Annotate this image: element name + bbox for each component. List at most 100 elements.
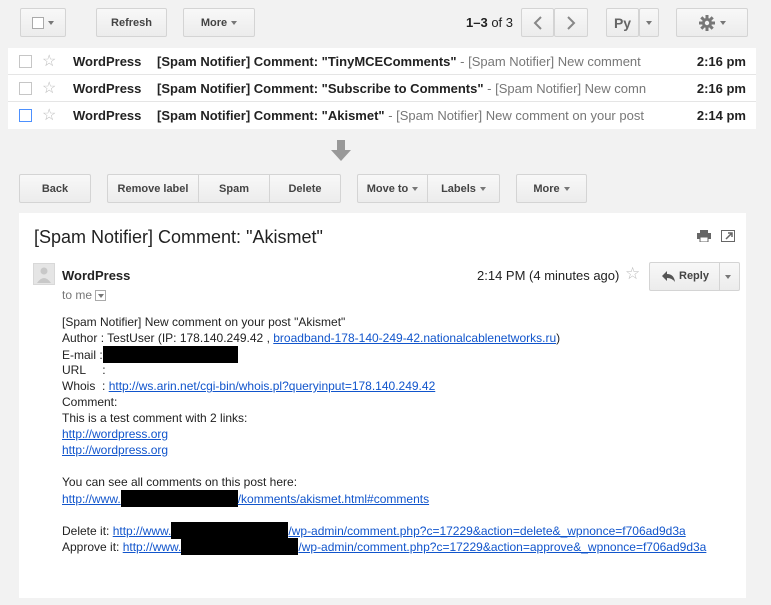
star-icon[interactable]: ☆ bbox=[42, 78, 56, 98]
chevron-down-icon bbox=[231, 20, 238, 25]
chevron-down-icon[interactable] bbox=[725, 275, 731, 279]
chevron-down-icon bbox=[479, 186, 486, 191]
redaction-block bbox=[171, 522, 289, 539]
delete-link-end[interactable]: /wp-admin/comment.php?c=17229&action=del… bbox=[288, 524, 685, 538]
chevron-left-icon bbox=[533, 15, 542, 30]
whois-label: Whois : bbox=[62, 379, 109, 393]
author-suffix: ) bbox=[556, 331, 561, 345]
chevron-down-icon bbox=[48, 20, 54, 25]
select-all-checkbox-button[interactable] bbox=[20, 8, 66, 37]
reply-button[interactable]: Reply bbox=[649, 262, 740, 291]
message-subject: [Spam Notifier] Comment: "Akismet" bbox=[34, 227, 323, 247]
row-subject: [Spam Notifier] Comment: "Subscribe to C… bbox=[157, 81, 657, 96]
body-comment-text: This is a test comment with 2 links: bbox=[62, 411, 248, 425]
author-host-link[interactable]: broadband-178-140-249-42.nationalcablene… bbox=[273, 331, 556, 345]
row-sender: WordPress bbox=[73, 54, 142, 69]
message-more-label: More bbox=[533, 182, 560, 195]
body-author-line: Author : TestUser (IP: 178.140.249.42 , … bbox=[62, 330, 706, 346]
pagination-total: of 3 bbox=[491, 15, 514, 30]
input-tools-button[interactable]: Ру bbox=[606, 8, 639, 37]
approve-label: Approve it: bbox=[62, 540, 123, 554]
recipient-text: to me bbox=[62, 288, 93, 302]
author-prefix: Author : TestUser (IP: 178.140.249.42 , bbox=[62, 331, 274, 345]
delete-button[interactable]: Delete bbox=[270, 174, 341, 203]
chevron-down-icon bbox=[98, 294, 105, 299]
message-list: ☆ WordPress [Spam Notifier] Comment: "Ti… bbox=[8, 48, 756, 129]
star-icon[interactable]: ☆ bbox=[625, 264, 640, 284]
body-see-all-link-line: http://www. /komments/akismet.html#commen… bbox=[62, 490, 706, 507]
move-to-label: Move to bbox=[366, 182, 409, 195]
message-pane: [Spam Notifier] Comment: "Akismet" WordP… bbox=[19, 213, 746, 598]
body-link-line: http://wordpress.org bbox=[62, 426, 706, 442]
row-snippet: - [Spam Notifier] New comn bbox=[483, 81, 647, 96]
wordpress-link[interactable]: http://wordpress.org bbox=[62, 427, 168, 441]
newer-button[interactable] bbox=[521, 8, 554, 37]
row-subject-text: [Spam Notifier] Comment: "Subscribe to C… bbox=[157, 81, 484, 96]
body-comment-label: Comment: bbox=[62, 395, 118, 409]
body-delete-line: Delete it: http://www. /wp-admin/comment.… bbox=[62, 522, 706, 539]
arrow-down-icon bbox=[331, 140, 351, 161]
whois-link[interactable]: http://ws.arin.net/cgi-bin/whois.pl?quer… bbox=[109, 379, 436, 393]
settings-button[interactable] bbox=[676, 8, 748, 37]
person-icon bbox=[37, 267, 51, 283]
print-icon[interactable] bbox=[697, 230, 711, 242]
chevron-down-icon bbox=[646, 20, 652, 25]
message-body: [Spam Notifier] New comment on your post… bbox=[62, 314, 706, 555]
redaction-block bbox=[181, 538, 299, 555]
details-dropdown[interactable] bbox=[95, 290, 107, 302]
move-to-button[interactable]: Move to bbox=[357, 174, 428, 203]
more-label: More bbox=[200, 16, 228, 29]
list-item[interactable]: ☆ WordPress [Spam Notifier] Comment: "Su… bbox=[8, 75, 756, 102]
body-blank-line bbox=[62, 458, 706, 474]
message-date: 2:14 PM (4 minutes ago) bbox=[477, 268, 620, 283]
row-snippet: - [Spam Notifier] New comment on your po… bbox=[384, 108, 644, 123]
select-checkbox-icon bbox=[32, 16, 44, 29]
message-more-button[interactable]: More bbox=[516, 174, 587, 203]
approve-link-end[interactable]: /wp-admin/comment.php?c=17229&action=app… bbox=[298, 540, 706, 554]
labels-button[interactable]: Labels bbox=[428, 174, 500, 203]
list-item[interactable]: ☆ WordPress [Spam Notifier] Comment: "Ti… bbox=[8, 48, 756, 75]
wordpress-link[interactable]: http://wordpress.org bbox=[62, 443, 168, 457]
chevron-down-icon bbox=[412, 186, 419, 191]
body-link-line: http://wordpress.org bbox=[62, 442, 706, 458]
row-subject-text: [Spam Notifier] Comment: "TinyMCEComment… bbox=[157, 54, 457, 69]
more-button[interactable]: More bbox=[183, 8, 255, 37]
back-button[interactable]: Back bbox=[19, 174, 91, 203]
row-time: 2:16 pm bbox=[696, 81, 746, 96]
body-approve-line: Approve it: http://www. /wp-admin/comment… bbox=[62, 538, 706, 555]
see-all-link-start[interactable]: http://www. bbox=[62, 492, 121, 506]
input-tools-dropdown[interactable] bbox=[639, 8, 659, 37]
row-subject: [Spam Notifier] Comment: "TinyMCEComment… bbox=[157, 54, 657, 69]
body-email-line: E-mail : bbox=[62, 346, 706, 363]
refresh-button[interactable]: Refresh bbox=[96, 8, 167, 37]
list-item[interactable]: ☆ WordPress [Spam Notifier] Comment: "Ak… bbox=[8, 102, 756, 129]
row-sender: WordPress bbox=[73, 81, 142, 96]
sender-name[interactable]: WordPress bbox=[62, 268, 130, 283]
chevron-down-icon bbox=[720, 20, 726, 25]
row-checkbox[interactable] bbox=[19, 109, 32, 122]
reply-divider bbox=[719, 263, 720, 290]
redaction-block bbox=[102, 346, 238, 363]
delete-link-start[interactable]: http://www. bbox=[113, 524, 172, 538]
approve-link-start[interactable]: http://www. bbox=[123, 540, 182, 554]
new-window-icon[interactable] bbox=[721, 230, 735, 242]
reply-label: Reply bbox=[679, 270, 709, 282]
row-subject-text: [Spam Notifier] Comment: "Akismet" bbox=[157, 108, 385, 123]
redaction-block bbox=[120, 490, 238, 507]
body-url-line: URL : bbox=[62, 363, 106, 377]
body-see-all: You can see all comments on this post he… bbox=[62, 475, 298, 489]
avatar bbox=[33, 263, 55, 285]
star-icon[interactable]: ☆ bbox=[42, 51, 56, 71]
see-all-link-end[interactable]: /komments/akismet.html#comments bbox=[238, 492, 429, 506]
older-button[interactable] bbox=[554, 8, 588, 37]
chevron-down-icon bbox=[563, 186, 570, 191]
row-checkbox[interactable] bbox=[19, 55, 32, 68]
gear-icon bbox=[699, 14, 715, 31]
body-line: [Spam Notifier] New comment on your post… bbox=[62, 315, 346, 329]
reply-icon bbox=[662, 271, 675, 282]
row-snippet: - [Spam Notifier] New comment bbox=[456, 54, 641, 69]
spam-button[interactable]: Spam bbox=[198, 174, 270, 203]
row-checkbox[interactable] bbox=[19, 82, 32, 95]
star-icon[interactable]: ☆ bbox=[42, 105, 56, 125]
remove-label-button[interactable]: Remove label bbox=[107, 174, 198, 203]
